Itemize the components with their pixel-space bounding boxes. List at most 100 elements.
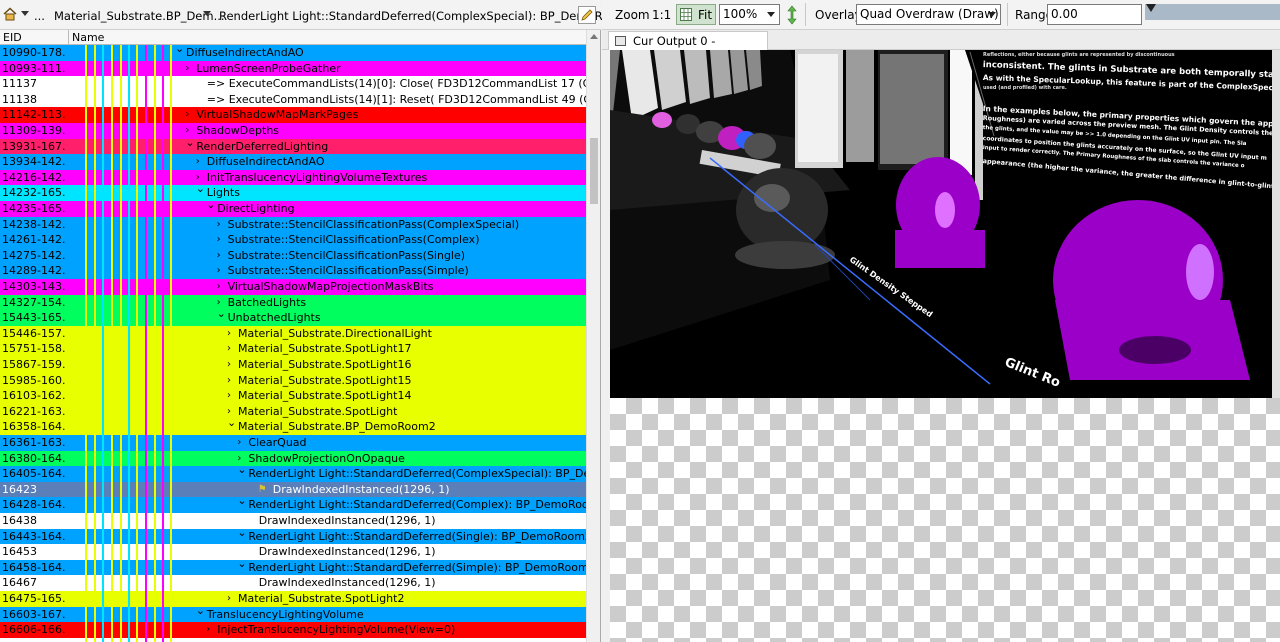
expand-icon[interactable]: › [217,279,221,295]
event-row[interactable]: 15443-165... ⌄ UnbatchedLights [0,310,586,326]
event-row[interactable]: 14275-142... › Substrate::StencilClassific… [0,247,586,264]
event-row[interactable]: 16221-163... › Material_Substrate.SpotLigh… [0,403,586,420]
expand-icon[interactable]: › [196,170,200,186]
event-row[interactable]: 16380-164... › ShadowProjectionOnOpaque [0,450,586,467]
event-row[interactable]: 14303-143... › VirtualShadowMapProjectionM… [0,279,586,295]
expand-icon[interactable]: › [227,388,231,404]
event-row[interactable]: 11138 => ExecuteCommandLists(14)[1]: Rese… [0,91,586,108]
event-row[interactable]: 16475-165... › Material_Substrate.SpotLigh… [0,591,586,607]
event-row[interactable]: 14289-142... › Substrate::StencilClassific… [0,263,586,279]
expand-icon[interactable]: › [227,326,231,342]
event-eid: 14327-154... [2,295,66,309]
edit-breadcrumb-icon[interactable] [578,6,596,24]
expand-icon[interactable]: › [227,373,231,389]
event-row[interactable]: 14235-165... ⌄ DirectLighting [0,201,586,217]
expand-icon[interactable]: › [217,263,221,279]
collapse-icon[interactable]: ⌄ [175,45,184,57]
collapse-icon[interactable]: ⌄ [227,419,236,431]
column-header-name[interactable]: Name [72,31,104,44]
expand-icon[interactable]: › [206,622,210,638]
expand-icon[interactable]: › [227,357,231,373]
collapse-icon[interactable]: ⌄ [185,139,194,151]
expand-icon[interactable]: › [185,107,189,123]
expand-icon[interactable]: › [196,154,200,170]
event-row[interactable]: 14232-165... ⌄ Lights [0,185,586,201]
renderdoc-window: ... Material_Substrate.BP_Dem... RenderL… [0,0,1280,642]
event-row[interactable]: 16428-164... ⌄ RenderLight Light::Standard… [0,497,586,513]
event-row[interactable]: 16458-164... ⌄ RenderLight Light::Standard… [0,559,586,576]
collapse-icon[interactable]: ⌄ [217,310,226,322]
event-row[interactable]: 13934-142... › DiffuseIndirectAndAO [0,154,586,170]
event-row[interactable]: 13931-167... ⌄ RenderDeferredLighting [0,138,586,155]
scroll-up-icon[interactable] [590,34,598,39]
event-row[interactable]: 16443-164... ⌄ RenderLight Light::Standard… [0,528,586,545]
range-histogram-slider[interactable] [1145,4,1280,20]
overlay-combo[interactable]: Quad Overdraw (Draw) [856,4,1001,25]
expand-icon[interactable]: › [185,123,189,139]
expand-icon[interactable]: › [227,341,231,357]
event-row[interactable]: 16438 DrawIndexedInstanced(1296, 1) [0,513,586,529]
tab-cur-output-scenecolor[interactable]: Cur Output 0 - SceneColor [608,31,768,66]
expand-icon[interactable]: › [217,217,221,233]
event-row[interactable]: 16467 DrawIndexedInstanced(1296, 1) [0,575,586,591]
zoom-1to1-button[interactable]: 1:1 [652,8,671,22]
event-row[interactable]: 15867-159... › Material_Substrate.SpotLigh… [0,357,586,373]
event-tree-scrollbar[interactable] [586,30,600,642]
event-row[interactable]: 16358-164... ⌄ Material_Substrate.BP_DemoR… [0,419,586,435]
event-row[interactable]: 11137 => ExecuteCommandLists(14)[0]: Clos… [0,76,586,92]
expand-icon[interactable]: › [227,404,231,420]
event-row[interactable]: 14238-142... › Substrate::StencilClassific… [0,216,586,233]
event-row[interactable]: 14261-142... › Substrate::StencilClassific… [0,232,586,248]
collapse-icon[interactable]: ⌄ [237,497,246,509]
range-handle-icon[interactable] [1145,4,1157,14]
bookmark-flag-icon[interactable]: ⚑ [258,482,267,498]
breadcrumb-item-material[interactable]: Material_Substrate.BP_Dem... [54,9,225,23]
home-icon[interactable] [3,7,17,21]
zoom-combo[interactable]: 100% [719,4,780,25]
event-row[interactable]: 16423 ⚑ DrawIndexedInstanced(1296, 1) [0,481,586,498]
breadcrumb-item-root[interactable]: ... [34,9,45,23]
expand-icon[interactable]: › [227,591,231,607]
scrollbar-thumb[interactable] [590,138,598,204]
event-row[interactable]: 14327-154... › BatchedLights [0,294,586,311]
breadcrumb-dropdown-icon[interactable] [21,11,29,16]
event-row[interactable]: 16361-163... › ClearQuad [0,435,586,451]
event-row[interactable]: 10993-111... › LumenScreenProbeGather [0,60,586,77]
expand-icon[interactable]: › [217,248,221,264]
column-divider[interactable] [68,30,69,45]
collapse-icon[interactable]: ⌄ [237,529,246,541]
viewport-scrollbar[interactable] [1272,50,1280,398]
event-eid: 16475-165... [2,592,66,605]
event-row[interactable]: 16405-164... ⌄ RenderLight Light::Standard… [0,466,586,482]
event-row[interactable]: 15751-158... › Material_Substrate.SpotLigh… [0,341,586,357]
event-row[interactable]: 16606-166... › InjectTranslucencyLightingV… [0,622,586,638]
expand-icon[interactable]: › [237,451,241,467]
flip-arrows-icon[interactable] [787,5,797,28]
event-eid: 16380-164... [2,451,66,465]
event-row[interactable]: 14216-142... › InitTranslucencyLightingVol… [0,169,586,186]
event-row[interactable]: 15985-160... › Material_Substrate.SpotLigh… [0,372,586,389]
event-row[interactable]: 16103-162... › Material_Substrate.SpotLigh… [0,388,586,404]
collapse-icon[interactable]: ⌄ [206,201,215,213]
texture-viewport[interactable]: Reflections, either because glints are r… [610,50,1280,642]
event-row[interactable]: 11142-113... › VirtualShadowMapMarkPages [0,107,586,123]
breadcrumb-dropdown-icon[interactable] [203,11,211,16]
collapse-icon[interactable]: ⌄ [237,466,246,478]
event-row[interactable]: 16453 DrawIndexedInstanced(1296, 1) [0,544,586,560]
expand-icon[interactable]: › [237,435,241,451]
event-row[interactable]: 16603-167... ⌄ TranslucencyLightingVolume [0,606,586,623]
collapse-icon[interactable]: ⌄ [237,560,246,572]
event-row[interactable]: 11309-139... › ShadowDepths [0,123,586,139]
collapse-icon[interactable]: ⌄ [196,607,205,619]
collapse-icon[interactable]: ⌄ [196,185,205,197]
event-row[interactable]: 15446-157... › Material_Substrate.Directio… [0,325,586,342]
event-name: RenderLight Light::StandardDeferred(Comp… [248,467,586,481]
column-header-eid[interactable]: EID [3,31,22,44]
expand-icon[interactable]: › [217,232,221,248]
expand-icon[interactable]: › [217,295,221,311]
breadcrumb-item-renderlight[interactable]: RenderLight Light::StandardDeferred(Comp… [219,9,635,23]
fit-button[interactable]: Fit [676,4,716,25]
expand-icon[interactable]: › [185,61,189,77]
range-black-input[interactable]: 0.00 [1047,4,1142,25]
event-row[interactable]: 10990-178... ⌄ DiffuseIndirectAndAO [0,45,586,61]
